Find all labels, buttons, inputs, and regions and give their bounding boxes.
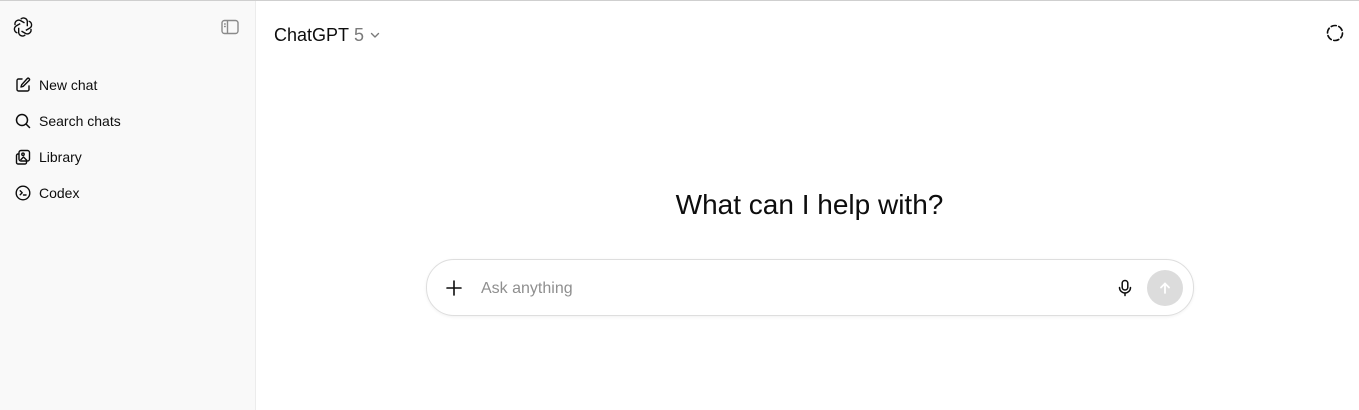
sidebar: New chat Search chats Library Codex — [0, 1, 256, 410]
sidebar-item-search-chats[interactable]: Search chats — [6, 103, 250, 139]
search-icon — [14, 112, 32, 130]
chevron-down-icon — [369, 29, 381, 41]
openai-logo-icon[interactable] — [12, 16, 34, 38]
send-button[interactable] — [1147, 270, 1183, 306]
sidebar-item-label: Library — [39, 149, 82, 165]
codex-icon — [14, 184, 32, 202]
dashed-circle-icon[interactable] — [1325, 23, 1347, 45]
page-title: What can I help with? — [675, 189, 944, 220]
composer — [426, 259, 1194, 316]
sidebar-nav: New chat Search chats Library Codex — [6, 67, 250, 211]
sidebar-item-label: Search chats — [39, 113, 121, 129]
main-area: ChatGPT 5 What can I help with? — [256, 1, 1359, 410]
edit-icon — [14, 76, 32, 94]
sidebar-item-library[interactable]: Library — [6, 139, 250, 175]
microphone-icon[interactable] — [1115, 278, 1135, 298]
model-version: 5 — [354, 24, 365, 45]
model-switcher[interactable]: ChatGPT 5 — [274, 23, 381, 47]
arrow-up-icon — [1157, 280, 1173, 296]
sidebar-item-codex[interactable]: Codex — [6, 175, 250, 211]
model-name: ChatGPT — [274, 24, 350, 45]
sidebar-toggle-icon[interactable] — [220, 17, 242, 39]
prompt-input[interactable] — [479, 274, 1103, 304]
sidebar-item-new-chat[interactable]: New chat — [6, 67, 250, 103]
library-icon — [14, 148, 32, 166]
sidebar-item-label: Codex — [39, 185, 80, 201]
plus-icon[interactable] — [443, 277, 465, 299]
app-window: New chat Search chats Library Codex Chat… — [0, 0, 1359, 410]
sidebar-item-label: New chat — [39, 77, 98, 93]
